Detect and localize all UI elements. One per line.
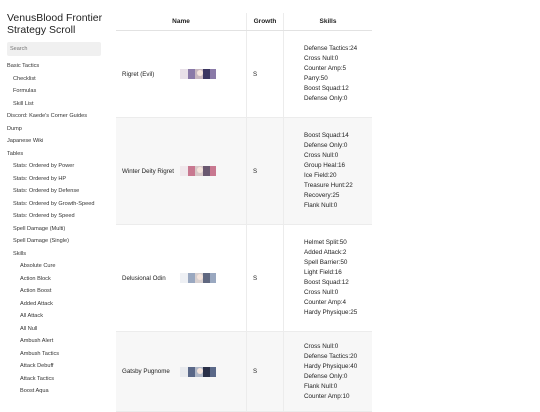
sidebar-item[interactable]: Stats: Ordered by Speed (7, 210, 108, 223)
cell-name: Rigret (Evil) (116, 30, 247, 118)
cell-growth: S (246, 331, 284, 412)
cell-growth: S (246, 117, 284, 225)
sidebar-item[interactable]: Spell Damage (Multi) (7, 223, 108, 236)
table-row: Delusional Odin S Helmet Split:50 Added Att… (116, 224, 372, 332)
character-portrait[interactable] (180, 165, 216, 177)
sidebar-item[interactable]: Boost Aqua (7, 385, 108, 398)
sidebar: VenusBlood Frontier Strategy Scroll Basi… (0, 0, 108, 405)
cell-name: Gatsby Pugnome (116, 331, 247, 412)
sidebar-item[interactable]: Tables (7, 148, 108, 161)
skill-entry: Boost Squad:12 (304, 279, 349, 286)
skill-entry: Group Heal:16 (304, 162, 345, 169)
skill-entry: Defense Tactics:20 (304, 352, 358, 360)
column-header-growth[interactable]: Growth (246, 13, 284, 31)
sidebar-item[interactable]: Japanese Wiki (7, 135, 108, 148)
cell-skills: Cross Null:0 Defense Tactics:20 Hardy Phys… (283, 331, 372, 412)
skill-entry: Cross Null:0 (304, 342, 339, 350)
sidebar-item[interactable]: Stats: Ordered by Defense (7, 185, 108, 198)
table-row: Gatsby Pugnome S Cross Null:0 Defense Tacti… (116, 331, 372, 412)
cell-skills: Defense Tactics:24 Cross Null:0 Counter Am… (283, 30, 372, 118)
skill-entry: Cross Null:0 (304, 55, 339, 62)
skill-entry: Added Attack:2 (304, 249, 347, 256)
sidebar-item[interactable]: Stats: Ordered by Power (7, 160, 108, 173)
skill-entry: Spell Barrier:50 (304, 259, 348, 266)
skill-entry: Defense Only:0 (304, 95, 348, 102)
sidebar-item[interactable]: Stats: Ordered by HP (7, 173, 108, 186)
skill-entry: Light Field:16 (304, 269, 342, 276)
sidebar-item[interactable]: Ambush Alert (7, 335, 108, 348)
character-table: Name Growth Skills Rigret (Evil) S Defense… (116, 13, 372, 412)
site-title[interactable]: VenusBlood Frontier Strategy Scroll (7, 12, 108, 36)
skill-entry: Hardy Physique:40 (304, 362, 358, 370)
sidebar-item[interactable]: Checklist (7, 73, 108, 86)
sidebar-item[interactable]: Dump (7, 123, 108, 136)
cell-skills: Helmet Split:50 Added Attack:2 Spell Barri… (283, 224, 372, 332)
sidebar-item[interactable]: Skills (7, 248, 108, 261)
character-portrait[interactable] (180, 366, 216, 378)
cell-growth: S (246, 224, 284, 332)
sidebar-item[interactable]: Stats: Ordered by Growth-Speed (7, 198, 108, 211)
skill-entry: Ice Field:20 (304, 172, 337, 179)
cell-skills: Boost Squad:14 Defense Only:0 Cross Null:0… (283, 117, 372, 225)
sidebar-item[interactable]: Added Attack (7, 298, 108, 311)
skill-entry: Defense Tactics:24 (304, 45, 358, 52)
main-content: Name Growth Skills Rigret (Evil) S Defense… (116, 13, 372, 412)
sidebar-item[interactable]: Attack Debuff (7, 360, 108, 373)
sidebar-item[interactable]: Ambush Tactics (7, 348, 108, 361)
sidebar-item[interactable]: Discord: Kaede's Corner Guides (7, 110, 108, 123)
column-header-skills[interactable]: Skills (283, 13, 372, 31)
table-header-row: Name Growth Skills (116, 13, 372, 31)
cell-name: Winter Deity Rigret (116, 117, 247, 225)
skill-entry: Counter Amp:5 (304, 65, 347, 72)
character-portrait[interactable] (180, 68, 216, 80)
search-input[interactable] (7, 42, 101, 56)
sidebar-item[interactable]: Action Boost (7, 285, 108, 298)
skill-entry: Boost Squad:14 (304, 132, 349, 139)
character-name[interactable]: Gatsby Pugnome (122, 368, 170, 375)
skill-entry: Defense Only:0 (304, 372, 348, 380)
sidebar-item[interactable]: Skill List (7, 98, 108, 111)
sidebar-item[interactable]: Absolute Cure (7, 260, 108, 273)
skill-entry: Cross Null:0 (304, 289, 339, 296)
skill-entry: Counter Amp:10 (304, 392, 350, 400)
sidebar-nav: Basic Tactics Checklist Formulas Skill List… (7, 60, 108, 398)
skill-entry: Flank Null:0 (304, 382, 338, 390)
skill-entry: Parry:50 (304, 75, 328, 82)
character-name[interactable]: Winter Deity Rigret (122, 168, 174, 175)
character-portrait[interactable] (180, 272, 216, 284)
character-name[interactable]: Delusional Odin (122, 275, 166, 282)
skill-entry: Defense Only:0 (304, 142, 348, 149)
skill-entry: Boost Squad:12 (304, 85, 349, 92)
sidebar-item[interactable]: Action Block (7, 273, 108, 286)
skill-entry: Hardy Physique:25 (304, 309, 358, 316)
sidebar-item[interactable]: Attack Tactics (7, 373, 108, 386)
character-name[interactable]: Rigret (Evil) (122, 71, 154, 78)
table-row: Rigret (Evil) S Defense Tactics:24 Cross Nu… (116, 30, 372, 118)
skill-entry: Recovery:25 (304, 192, 340, 199)
skill-entry: Helmet Split:50 (304, 239, 347, 246)
sidebar-item[interactable]: All Null (7, 323, 108, 336)
sidebar-item[interactable]: Spell Damage (Single) (7, 235, 108, 248)
skill-entry: Flank Null:0 (304, 202, 338, 209)
skill-entry: Cross Null:0 (304, 152, 339, 159)
cell-growth: S (246, 30, 284, 118)
table-row: Winter Deity Rigret S Boost Squad:14 Defens… (116, 117, 372, 225)
skill-entry: Treasure Hunt:22 (304, 182, 353, 189)
column-header-name[interactable]: Name (116, 13, 247, 31)
sidebar-item[interactable]: All Attack (7, 310, 108, 323)
cell-name: Delusional Odin (116, 224, 247, 332)
sidebar-item[interactable]: Basic Tactics (7, 60, 108, 73)
skill-entry: Counter Amp:4 (304, 299, 347, 306)
sidebar-item[interactable]: Formulas (7, 85, 108, 98)
